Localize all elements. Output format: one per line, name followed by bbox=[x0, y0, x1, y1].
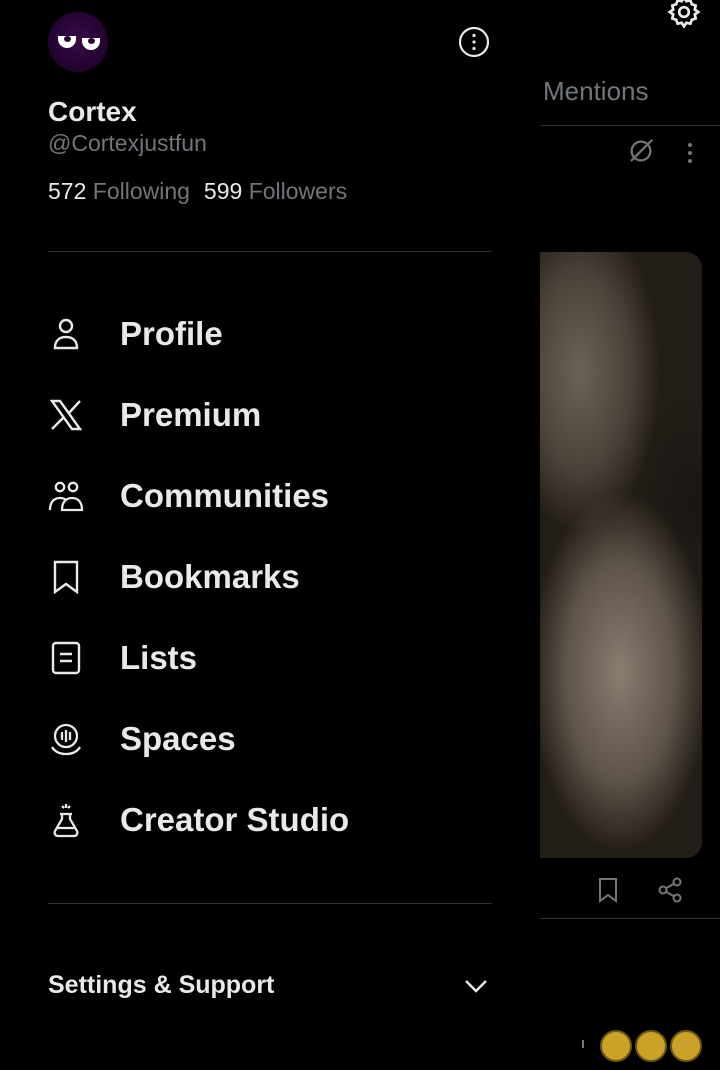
follow-stats: 572 Following 599 Followers bbox=[48, 178, 347, 205]
section-divider bbox=[48, 903, 492, 904]
x-logo-icon bbox=[46, 395, 86, 435]
nav-item-bookmarks[interactable]: Bookmarks bbox=[0, 536, 540, 617]
section-divider bbox=[48, 251, 492, 252]
nav-label-bookmarks: Bookmarks bbox=[120, 557, 300, 595]
following-link[interactable]: 572 Following bbox=[48, 178, 190, 204]
more-vertical-icon[interactable] bbox=[680, 140, 700, 166]
nav-item-lists[interactable]: Lists bbox=[0, 617, 540, 698]
nav-menu: Profile Premium Communities Bookmarks Li… bbox=[0, 293, 540, 860]
nav-label-profile: Profile bbox=[120, 314, 223, 352]
following-label: Following bbox=[92, 178, 190, 204]
navigation-drawer: Cortex @Cortexjustfun 572 Following 599 F… bbox=[0, 0, 540, 1046]
post-media-image[interactable] bbox=[540, 252, 702, 858]
chevron-down-icon bbox=[465, 980, 487, 993]
communities-icon bbox=[46, 476, 86, 516]
nav-label-creator-studio: Creator Studio bbox=[120, 800, 350, 838]
nav-label-premium: Premium bbox=[120, 395, 262, 433]
nav-item-premium[interactable]: Premium bbox=[0, 374, 540, 455]
nav-label-lists: Lists bbox=[120, 638, 198, 676]
nav-label-spaces: Spaces bbox=[120, 719, 236, 757]
bookmark-icon[interactable] bbox=[596, 876, 620, 904]
profile-name[interactable]: Cortex bbox=[48, 96, 137, 128]
tab-mentions[interactable]: Mentions bbox=[543, 76, 649, 107]
reply-line bbox=[582, 1040, 584, 1048]
followers-count: 599 bbox=[203, 178, 243, 204]
settings-support-toggle[interactable]: Settings & Support bbox=[48, 962, 492, 1008]
avatar-eye-left bbox=[58, 36, 76, 48]
grok-icon[interactable] bbox=[626, 136, 656, 166]
nav-label-communities: Communities bbox=[120, 476, 330, 514]
avatar-eye-right bbox=[82, 38, 100, 50]
nav-item-creator-studio[interactable]: Creator Studio bbox=[0, 779, 540, 860]
share-icon[interactable] bbox=[656, 876, 684, 904]
settings-support-label: Settings & Support bbox=[48, 970, 275, 999]
nav-item-communities[interactable]: Communities bbox=[0, 455, 540, 536]
following-count: 572 bbox=[48, 178, 87, 204]
nav-item-profile[interactable]: Profile bbox=[0, 293, 540, 374]
account-more-icon[interactable] bbox=[458, 26, 490, 58]
avatar[interactable] bbox=[48, 12, 108, 72]
post-divider bbox=[540, 918, 720, 919]
flask-icon bbox=[46, 800, 86, 840]
nav-item-spaces[interactable]: Spaces bbox=[0, 698, 540, 779]
tab-divider bbox=[540, 125, 720, 126]
person-icon bbox=[46, 314, 86, 354]
list-icon bbox=[46, 638, 86, 678]
followers-link[interactable]: 599 Followers bbox=[204, 178, 347, 204]
gear-icon[interactable] bbox=[666, 0, 702, 30]
spaces-icon bbox=[46, 719, 86, 759]
emoji-reactions bbox=[600, 1030, 705, 1070]
followers-label: Followers bbox=[248, 178, 348, 204]
profile-handle: @Cortexjustfun bbox=[48, 130, 207, 156]
bookmark-icon bbox=[46, 557, 86, 597]
